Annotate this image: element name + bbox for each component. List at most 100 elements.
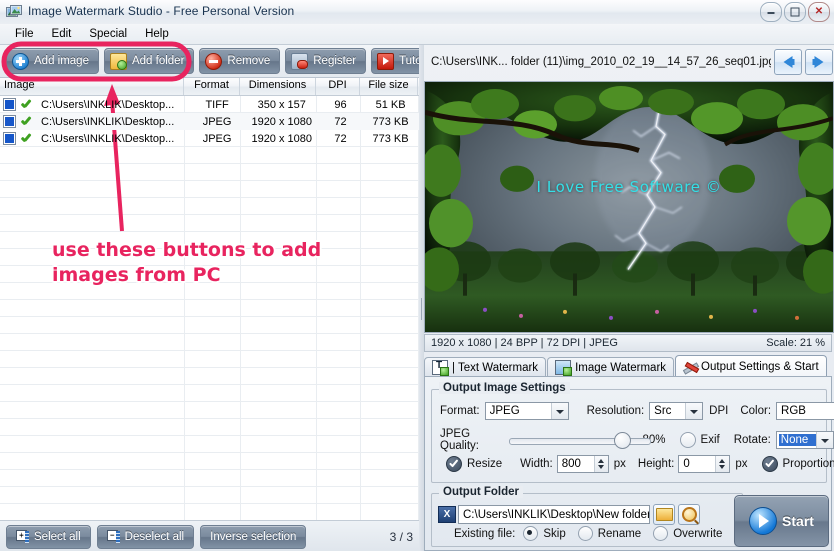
radio-skip-label: Skip (543, 527, 566, 540)
status-check-icon (20, 133, 33, 145)
arrow-right-icon (812, 56, 824, 68)
proportional-checkbox[interactable] (761, 456, 778, 472)
arrow-left-icon (783, 56, 795, 68)
column-header-dimensions[interactable]: Dimensions (240, 78, 316, 95)
menu-item-edit[interactable]: Edit (43, 26, 81, 42)
width-stepper[interactable] (593, 456, 608, 472)
deselect-all-button[interactable]: − Deselect all (96, 524, 195, 549)
status-check-icon (20, 116, 33, 128)
explore-folder-button[interactable] (678, 504, 700, 525)
column-header-dpi[interactable]: DPI (316, 78, 360, 95)
status-check-icon (20, 99, 33, 111)
radio-overwrite-label: Overwrite (673, 527, 723, 540)
resolution-value: Src (654, 405, 672, 417)
remove-label: Remove (227, 55, 271, 67)
register-label: Register (313, 55, 357, 67)
preview-panel: C:\Users\INK... folder (11)\img_2010_02_… (424, 45, 834, 551)
deselect-all-label: Deselect all (124, 530, 185, 543)
table-row[interactable]: C:\Users\INKLIK\Desktop... JPEG 1920 x 1… (0, 130, 419, 147)
tab-output-settings[interactable]: Output Settings & Start (675, 355, 827, 377)
height-input[interactable]: 0 (678, 455, 731, 473)
cell-dpi: 72 (334, 115, 347, 128)
register-button[interactable]: Register (285, 48, 367, 74)
add-image-button[interactable]: Add image (6, 48, 99, 74)
window-controls: ✕ (760, 2, 830, 22)
application-window: Image Watermark Studio - Free Personal V… (0, 0, 834, 551)
color-value: RGB (781, 405, 806, 417)
tab-image-watermark[interactable]: Image Watermark (547, 357, 675, 377)
select-all-icon: + (16, 530, 29, 543)
table-row[interactable]: C:\Users\INKLIK\Desktop... JPEG 1920 x 1… (0, 113, 419, 130)
height-stepper[interactable] (715, 456, 730, 472)
cell-image: C:\Users\INKLIK\Desktop... (41, 132, 175, 145)
table-row[interactable]: C:\Users\INKLIK\Desktop... TIFF 350 x 15… (0, 96, 419, 113)
radio-overwrite[interactable] (653, 526, 669, 541)
row-checkbox[interactable] (3, 98, 16, 111)
cell-dimensions: 350 x 157 (257, 98, 306, 111)
file-list-body[interactable]: C:\Users\INKLIK\Desktop... TIFF 350 x 15… (0, 96, 419, 521)
text-watermark-icon (432, 360, 449, 376)
resize-checkbox[interactable] (446, 456, 462, 472)
select-all-button[interactable]: + Select all (6, 524, 91, 549)
row-checkbox[interactable] (3, 115, 16, 128)
output-image-settings-group: Output Image Settings Format: JPEG Resol… (431, 382, 834, 483)
start-button[interactable]: Start (734, 495, 829, 547)
image-watermark-icon (555, 360, 573, 376)
exif-checkbox[interactable] (679, 432, 696, 448)
rotate-label: Rotate: (733, 434, 771, 446)
chevron-down-icon (685, 403, 703, 419)
output-folder-label: Output Folder (439, 486, 524, 498)
color-select[interactable]: RGB (776, 402, 834, 420)
width-value: 800 (561, 458, 581, 470)
radio-rename[interactable] (577, 526, 593, 541)
close-button[interactable]: ✕ (808, 2, 830, 22)
dpi-label: DPI (709, 405, 729, 417)
previous-image-button[interactable] (774, 49, 802, 75)
image-preview[interactable]: I Love Free Software © (424, 81, 834, 333)
add-image-label: Add image (34, 55, 89, 67)
menu-item-help[interactable]: Help (136, 26, 178, 42)
play-video-icon (377, 52, 395, 70)
jpeg-quality-slider[interactable] (509, 432, 652, 449)
maximize-button[interactable] (784, 2, 806, 22)
column-header-format[interactable]: Format (184, 78, 240, 95)
inverse-selection-button[interactable]: Inverse selection (200, 524, 307, 549)
add-folder-icon (109, 52, 127, 70)
tab-image-watermark-label: Image Watermark (575, 361, 667, 374)
cell-dpi: 72 (334, 132, 347, 145)
tab-output-settings-label: Output Settings & Start (701, 360, 819, 373)
minimize-button[interactable] (760, 2, 782, 22)
resolution-select[interactable]: Src (649, 402, 704, 420)
add-folder-button[interactable]: Add folder (103, 48, 195, 74)
clear-path-button[interactable]: X (438, 506, 456, 523)
resolution-label: Resolution: (586, 405, 645, 417)
register-card-icon (291, 52, 309, 70)
width-input[interactable]: 800 (556, 455, 609, 473)
remove-button[interactable]: Remove (199, 48, 281, 74)
chevron-down-icon (550, 403, 568, 419)
start-label: Start (782, 513, 814, 529)
title-bar: Image Watermark Studio - Free Personal V… (0, 0, 834, 25)
tab-text-watermark[interactable]: | Text Watermark (424, 357, 547, 377)
magnifier-icon (682, 507, 697, 522)
image-info-bar: 1920 x 1080 | 24 BPP | 72 DPI | JPEG Sca… (424, 334, 832, 352)
file-list-header: Image Format Dimensions DPI File size (0, 78, 419, 96)
format-select[interactable]: JPEG (484, 402, 569, 420)
output-folder-input[interactable]: C:\Users\INKLIK\Desktop\New folder4 (458, 505, 650, 524)
radio-skip[interactable] (523, 526, 539, 541)
main-toolbar: Add image Add folder Remove Register Tut… (0, 45, 447, 78)
row-checkbox[interactable] (3, 132, 16, 145)
radio-rename-label: Rename (597, 527, 642, 540)
menu-item-special[interactable]: Special (80, 26, 136, 42)
column-header-image[interactable]: Image (0, 78, 184, 95)
cell-filesize: 773 KB (372, 132, 409, 145)
menu-item-file[interactable]: File (6, 26, 43, 42)
column-header-filesize[interactable]: File size (360, 78, 418, 95)
proportional-label: Proportional (782, 458, 834, 470)
rotate-select[interactable]: None (775, 431, 834, 449)
cell-dpi: 96 (334, 98, 347, 111)
add-plus-icon (12, 52, 29, 70)
browse-folder-button[interactable] (653, 504, 675, 525)
next-image-button[interactable] (805, 49, 833, 75)
file-list[interactable]: Image Format Dimensions DPI File size C:… (0, 78, 420, 521)
